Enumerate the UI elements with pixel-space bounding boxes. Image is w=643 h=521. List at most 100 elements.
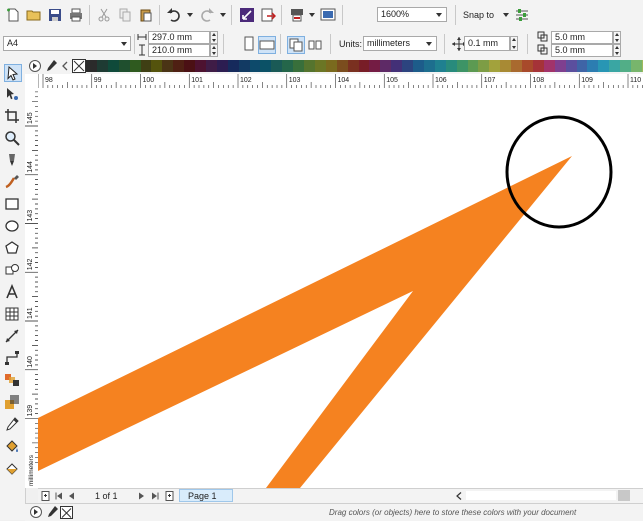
palette-swatch[interactable] [391, 60, 403, 72]
page-height-spinner[interactable] [210, 44, 218, 57]
page-tab[interactable]: Page 1 [179, 489, 233, 502]
crop-tool-icon[interactable] [4, 108, 20, 124]
redo-dropdown-icon[interactable] [220, 13, 226, 17]
palette-swatch[interactable] [325, 60, 337, 72]
palette-swatch[interactable] [532, 60, 544, 72]
interactive-fill-tool-icon[interactable] [4, 438, 20, 454]
ellipse-tool-icon[interactable] [4, 218, 20, 234]
previous-page-icon[interactable] [67, 489, 77, 502]
nudge-distance-field[interactable]: 0.1 mm [464, 36, 510, 51]
open-folder-icon[interactable] [26, 7, 42, 23]
import-icon[interactable] [239, 7, 255, 23]
horizontal-scrollbar-track[interactable] [466, 491, 616, 500]
page-height-field[interactable]: 210.0 mm [148, 44, 210, 57]
freehand-tool-icon[interactable] [4, 152, 20, 168]
paste-icon[interactable] [138, 7, 154, 23]
palette-swatch[interactable] [249, 60, 261, 72]
export-icon[interactable] [260, 7, 276, 23]
palette-swatch[interactable] [216, 60, 228, 72]
page-width-spinner[interactable] [210, 31, 218, 44]
palette-swatch[interactable] [489, 60, 501, 72]
orange-chevron-shape[interactable] [38, 156, 572, 488]
document-palette-eyedropper-icon[interactable] [45, 505, 59, 519]
page-width-field[interactable]: 297.0 mm [148, 31, 210, 44]
current-page-icon[interactable] [308, 36, 324, 52]
palette-swatch[interactable] [238, 60, 250, 72]
smart-fill-tool-icon[interactable] [4, 460, 20, 476]
duplicate-x-spinner[interactable] [613, 31, 621, 44]
palette-swatch[interactable] [511, 60, 523, 72]
palette-swatch[interactable] [478, 60, 490, 72]
basic-shapes-tool-icon[interactable] [4, 262, 20, 278]
publish-pdf-icon[interactable] [289, 7, 305, 23]
palette-swatch[interactable] [86, 60, 97, 72]
palette-swatch[interactable] [434, 60, 446, 72]
palette-swatch[interactable] [96, 60, 108, 72]
palette-swatch[interactable] [423, 60, 435, 72]
palette-swatch[interactable] [369, 60, 381, 72]
palette-swatch[interactable] [129, 60, 141, 72]
palette-swatch[interactable] [282, 60, 294, 72]
palette-swatch[interactable] [565, 60, 577, 72]
page-size-dropdown-icon[interactable] [121, 42, 127, 46]
transparency-tool-icon[interactable] [4, 394, 20, 410]
snap-to-dropdown-icon[interactable] [503, 13, 509, 17]
scroll-left-arrow-icon[interactable] [454, 489, 464, 502]
dimension-tool-icon[interactable] [4, 328, 20, 344]
palette-swatch[interactable] [260, 60, 272, 72]
palette-swatch[interactable] [380, 60, 392, 72]
no-color-swatch[interactable] [72, 59, 86, 73]
duplicate-y-spinner[interactable] [613, 44, 621, 57]
redo-icon[interactable] [199, 7, 215, 23]
units-dropdown-icon[interactable] [426, 42, 432, 46]
palette-swatch[interactable] [195, 60, 206, 72]
new-document-icon[interactable] [5, 7, 21, 23]
palette-swatch[interactable] [467, 60, 479, 72]
undo-dropdown-icon[interactable] [187, 13, 193, 17]
text-tool-icon[interactable] [4, 284, 20, 300]
horizontal-ruler[interactable]: 98 99 100 101 102 103 104 105 106 107 108 109 110 [38, 74, 643, 89]
palette-swatch[interactable] [314, 60, 326, 72]
palette-swatch[interactable] [631, 60, 642, 72]
undo-icon[interactable] [166, 7, 182, 23]
table-tool-icon[interactable] [4, 306, 20, 322]
nudge-distance-spinner[interactable] [510, 36, 518, 51]
palette-swatch[interactable] [304, 60, 315, 72]
palette-swatch[interactable] [543, 60, 555, 72]
duplicate-x-field[interactable]: 5.0 mm [551, 31, 613, 44]
blend-tool-icon[interactable] [4, 372, 20, 388]
eyedropper-tool-icon[interactable] [4, 416, 20, 432]
palette-eyedropper-icon[interactable] [44, 58, 58, 74]
all-pages-icon[interactable] [287, 36, 305, 54]
options-icon[interactable] [514, 7, 530, 23]
zoom-tool-icon[interactable] [4, 130, 20, 146]
connector-tool-icon[interactable] [4, 350, 20, 366]
palette-swatch[interactable] [620, 60, 632, 72]
document-no-color-swatch[interactable] [60, 506, 73, 519]
palette-swatch[interactable] [118, 60, 130, 72]
application-launcher-icon[interactable] [320, 7, 336, 23]
last-page-icon[interactable] [150, 489, 160, 502]
first-page-icon[interactable] [54, 489, 64, 502]
artistic-media-tool-icon[interactable] [4, 174, 20, 190]
palette-swatch[interactable] [140, 60, 152, 72]
palette-swatch[interactable] [554, 60, 566, 72]
vertical-ruler[interactable]: 145 144 143 142 141 140 139 millimeters [25, 74, 39, 488]
copy-icon[interactable] [117, 7, 133, 23]
zoom-dropdown-icon[interactable] [436, 13, 442, 17]
palette-swatch[interactable] [609, 60, 621, 72]
palette-swatch[interactable] [162, 60, 174, 72]
palette-swatch[interactable] [500, 60, 512, 72]
shape-tool-icon[interactable] [4, 86, 20, 102]
palette-swatch[interactable] [336, 60, 348, 72]
palette-swatch[interactable] [456, 60, 468, 72]
palette-swatch[interactable] [173, 60, 185, 72]
palette-scroll-left-icon[interactable] [60, 58, 70, 74]
palette-swatch[interactable] [271, 60, 283, 72]
palette-swatch[interactable] [413, 60, 424, 72]
document-palette-scroll-icon[interactable] [29, 505, 43, 519]
palette-swatch[interactable] [598, 60, 610, 72]
save-icon[interactable] [47, 7, 63, 23]
palette-swatch[interactable] [587, 60, 599, 72]
palette-swatch[interactable] [151, 60, 163, 72]
